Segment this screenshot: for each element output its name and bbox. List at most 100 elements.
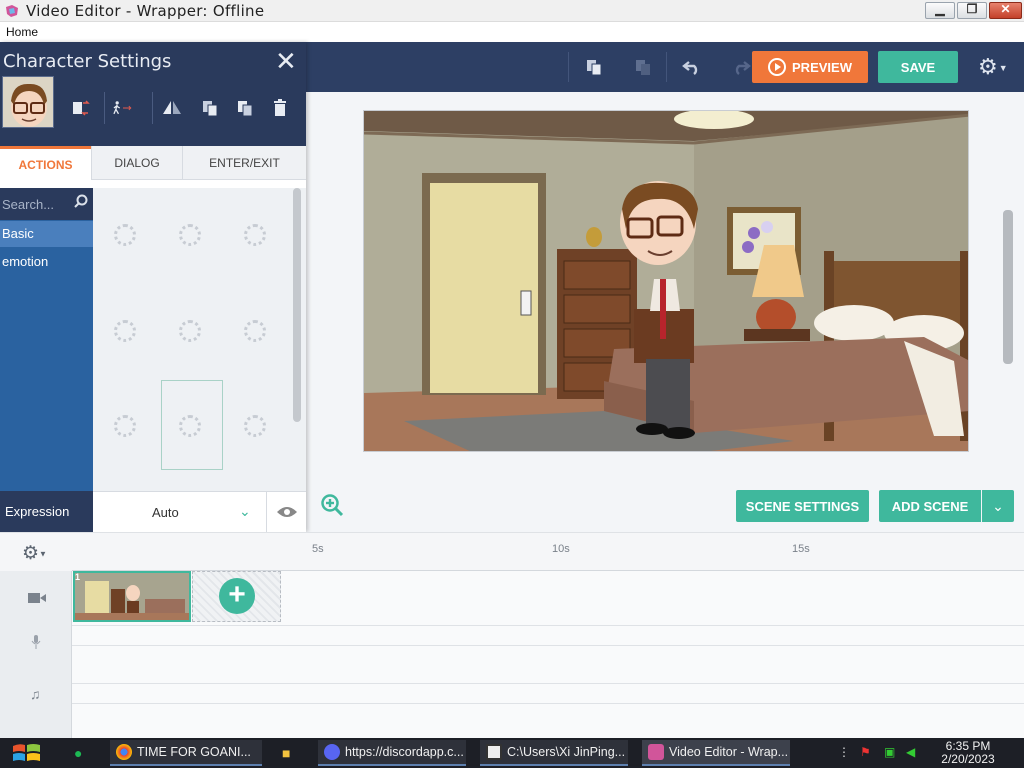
loading-spinner-icon[interactable] — [114, 415, 136, 437]
panel-tabs: ACTIONS DIALOG ENTER/EXIT — [0, 146, 306, 180]
category-basic[interactable]: Basic — [0, 221, 93, 247]
character-settings-panel: Character Settings ✕ ACTIONS DIALOG ENTE… — [0, 42, 306, 532]
search-bar — [0, 188, 93, 220]
play-icon — [768, 58, 787, 76]
bedroom-scene-illustration — [364, 111, 968, 451]
taskbar-discord[interactable]: https://discordapp.c... — [318, 740, 466, 766]
taskbar-7zip[interactable]: C:\Users\Xi JinPing... — [480, 740, 628, 766]
zoom-in-icon[interactable] — [320, 493, 344, 523]
panel-title: Character Settings — [3, 51, 172, 72]
tick-label-5s: 5s — [312, 543, 324, 555]
chevron-down-icon: ⌄ — [239, 503, 251, 519]
app-icon — [6, 5, 18, 17]
walk-icon[interactable] — [112, 97, 134, 119]
scene-settings-label: SCENE SETTINGS — [745, 498, 860, 514]
character-avatar[interactable] — [2, 76, 54, 128]
taskbar-chrome-label: TIME FOR GOANI... — [137, 745, 251, 759]
loading-spinner-icon[interactable] — [179, 320, 201, 342]
chevron-down-icon: ▼ — [998, 63, 1008, 74]
delete-icon[interactable] — [269, 97, 291, 119]
undo-icon[interactable] — [680, 55, 704, 79]
music-track-2[interactable] — [72, 704, 1024, 739]
loading-spinner-icon[interactable] — [244, 320, 266, 342]
category-sidebar: Basic emotion — [0, 188, 93, 492]
paste-icon[interactable] — [234, 97, 256, 119]
volume-icon[interactable]: ◀ — [906, 745, 920, 759]
scene-number: 1 — [75, 572, 81, 582]
tab-actions[interactable]: ACTIONS — [0, 146, 91, 180]
window-title: Video Editor - Wrapper: Offline — [26, 2, 265, 20]
taskbar-video-editor[interactable]: Video Editor - Wrap... — [642, 740, 790, 766]
music-icon: ♫ — [30, 686, 41, 702]
save-button[interactable]: SAVE — [878, 51, 958, 83]
menu-home[interactable]: Home — [6, 25, 38, 39]
wrapper-icon — [648, 744, 664, 760]
close-icon[interactable]: ✕ — [275, 46, 297, 77]
more-options-icon[interactable]: ⋮ — [838, 745, 852, 759]
expression-select[interactable]: Auto ⌄ — [93, 491, 266, 532]
add-scene-plus-icon[interactable]: + — [219, 578, 255, 614]
folder-icon[interactable]: ■ — [282, 745, 296, 761]
save-label: SAVE — [900, 59, 936, 75]
header-divider — [666, 52, 667, 82]
flip-icon[interactable] — [161, 97, 183, 119]
search-icon[interactable] — [74, 194, 88, 211]
preview-button[interactable]: PREVIEW — [752, 51, 868, 83]
tab-dialog[interactable]: DIALOG — [91, 146, 182, 180]
redo-icon[interactable] — [729, 55, 753, 79]
minimize-icon: ▁ — [935, 2, 945, 16]
chevron-down-icon: ▼ — [39, 549, 47, 559]
network-icon[interactable]: ▣ — [884, 745, 898, 759]
discord-icon — [324, 744, 340, 760]
taskbar-7zip-label: C:\Users\Xi JinPing... — [507, 745, 626, 759]
preview-label: PREVIEW — [792, 59, 852, 75]
loading-spinner-icon[interactable] — [114, 224, 136, 246]
category-emotion[interactable]: emotion — [0, 249, 93, 275]
stage-scrollbar[interactable] — [1003, 210, 1013, 364]
close-window-button[interactable]: ✕ — [989, 2, 1022, 19]
timeline-ruler[interactable]: 5s 10s 15s — [72, 533, 1024, 571]
voice-track[interactable] — [72, 626, 1024, 646]
loading-spinner-icon[interactable] — [244, 415, 266, 437]
scene-canvas[interactable] — [363, 110, 969, 452]
tick-label-15s: 15s — [792, 543, 810, 555]
voice-track-2[interactable] — [72, 646, 1024, 684]
settings-gear-icon[interactable]: ⚙▼ — [978, 54, 1008, 80]
maximize-button[interactable]: ❐ — [957, 2, 987, 19]
selected-action-cell[interactable] — [161, 380, 223, 470]
search-input[interactable] — [2, 195, 70, 213]
spotify-icon[interactable]: ● — [74, 745, 88, 761]
taskbar-clock[interactable]: 6:35 PM 2/20/2023 — [926, 740, 1010, 766]
maximize-icon: ❐ — [966, 2, 978, 16]
loading-spinner-icon[interactable] — [114, 320, 136, 342]
add-scene-button[interactable]: ADD SCENE — [879, 490, 981, 522]
timeline: ⚙▼ 5s 10s 15s ♫ — [0, 532, 1024, 739]
close-icon: ✕ — [1000, 2, 1011, 16]
tab-enter-exit[interactable]: ENTER/EXIT — [182, 146, 306, 180]
add-scene-dropdown-button[interactable]: ⌄ — [982, 490, 1014, 522]
taskbar-chrome[interactable]: TIME FOR GOANI... — [110, 740, 262, 766]
expression-value: Auto — [152, 505, 179, 520]
flag-icon[interactable]: ⚑ — [860, 745, 874, 759]
tool-divider — [152, 92, 153, 124]
timeline-gear-icon[interactable]: ⚙▼ — [22, 542, 47, 565]
copy-icon[interactable] — [199, 97, 221, 119]
scene-thumbnail[interactable] — [73, 571, 191, 622]
track-headers: ♫ — [0, 571, 72, 739]
paste-icon[interactable] — [631, 55, 655, 79]
windows-taskbar: ● TIME FOR GOANI... ■ https://discordapp… — [0, 738, 1024, 768]
music-track[interactable] — [72, 684, 1024, 704]
windows-start-icon[interactable] — [10, 740, 44, 766]
swap-character-icon[interactable] — [70, 97, 92, 119]
7zip-icon — [486, 744, 502, 760]
taskbar-discord-label: https://discordapp.c... — [345, 745, 464, 759]
loading-spinner-icon[interactable] — [244, 224, 266, 246]
scene-settings-button[interactable]: SCENE SETTINGS — [736, 490, 869, 522]
loading-spinner-icon[interactable] — [179, 224, 201, 246]
action-grid-scrollbar[interactable] — [293, 188, 301, 422]
copy-icon[interactable] — [582, 55, 606, 79]
minimize-button[interactable]: ▁ — [925, 2, 955, 19]
clock-date: 2/20/2023 — [941, 752, 995, 766]
eye-icon[interactable] — [266, 491, 306, 532]
chevron-down-icon: ⌄ — [992, 497, 1004, 514]
